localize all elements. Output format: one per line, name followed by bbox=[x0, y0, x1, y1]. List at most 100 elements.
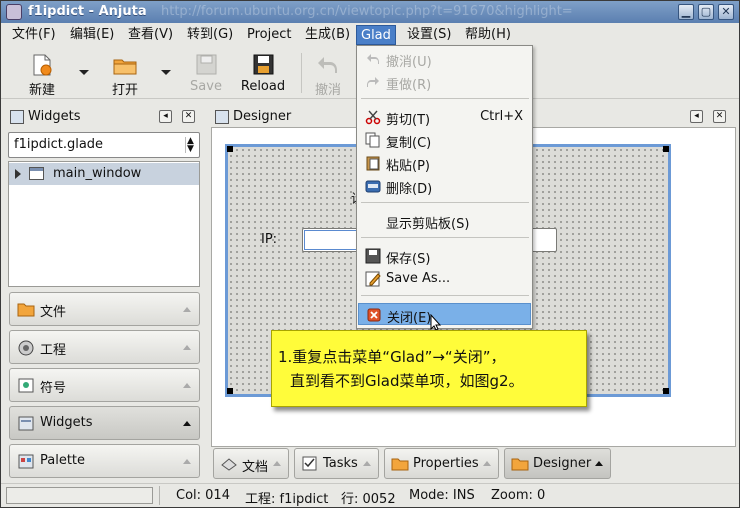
section-label: 文件 bbox=[40, 305, 67, 320]
tab-properties[interactable]: Properties bbox=[384, 448, 499, 479]
section-label: Widgets bbox=[40, 415, 93, 430]
properties-icon bbox=[391, 456, 409, 471]
tab-arrow-icon bbox=[363, 461, 371, 466]
menu-item-close[interactable]: 关闭(E) bbox=[358, 303, 531, 326]
close-icon[interactable]: ✕ bbox=[718, 4, 734, 20]
instruction-callout: 1.重复点击菜单“Glad”→“关闭”， 直到看不到Glad菜单项，如图g2。 bbox=[271, 330, 587, 407]
close-red-icon bbox=[366, 307, 382, 323]
new-button[interactable]: 新建 bbox=[15, 51, 69, 98]
expander-icon[interactable] bbox=[15, 169, 21, 179]
tab-arrow-icon bbox=[273, 461, 281, 466]
menu-separator bbox=[361, 237, 529, 238]
panel-close-icon[interactable]: ✕ bbox=[182, 110, 195, 123]
menu-view[interactable]: 查看(V) bbox=[124, 25, 177, 45]
undo-button[interactable]: 撤消 bbox=[301, 51, 355, 98]
save-icon bbox=[365, 248, 381, 264]
resize-handle[interactable] bbox=[663, 388, 669, 394]
menu-file[interactable]: 文件(F) bbox=[8, 25, 60, 45]
designer-icon bbox=[511, 456, 529, 471]
open-dropdown-arrow[interactable] bbox=[161, 70, 171, 75]
menu-item-label: 重做(R) bbox=[386, 78, 432, 93]
new-file-icon bbox=[29, 53, 55, 77]
tab-label: 文档 bbox=[242, 460, 269, 475]
menu-item-label: 保存(S) bbox=[386, 252, 431, 267]
reload-button[interactable]: Reload bbox=[236, 51, 290, 97]
panel-close-icon[interactable]: ✕ bbox=[713, 110, 726, 123]
menu-edit[interactable]: 编辑(E) bbox=[66, 25, 118, 45]
tab-tasks[interactable]: Tasks bbox=[294, 448, 379, 479]
resize-handle[interactable] bbox=[663, 146, 669, 152]
panel-iconify-icon[interactable]: ◂ bbox=[159, 110, 172, 123]
status-col: Col: 014 bbox=[176, 488, 230, 503]
resize-handle[interactable] bbox=[227, 146, 233, 152]
documents-icon bbox=[220, 456, 238, 471]
menu-separator bbox=[361, 295, 529, 296]
menu-item-save[interactable]: 保存(S) bbox=[358, 245, 531, 267]
progress-bar bbox=[6, 487, 153, 504]
mouse-pointer-icon bbox=[430, 313, 442, 331]
menu-item-undo[interactable]: 撤消(U) bbox=[358, 48, 531, 70]
menu-item-paste[interactable]: 粘贴(P) bbox=[358, 152, 531, 174]
status-project: 工程: f1ipdict bbox=[245, 492, 329, 507]
menu-separator bbox=[361, 98, 529, 99]
section-palette[interactable]: Palette bbox=[9, 444, 200, 478]
open-label: 打开 bbox=[111, 83, 138, 98]
section-files[interactable]: 文件 bbox=[9, 292, 200, 326]
menu-settings[interactable]: 设置(S) bbox=[403, 25, 455, 45]
menu-item-redo[interactable]: 重做(R) bbox=[358, 71, 531, 93]
reload-label: Reload bbox=[240, 79, 286, 94]
paste-icon bbox=[365, 155, 381, 171]
menu-item-save-as[interactable]: Save As... bbox=[358, 268, 531, 290]
menu-item-label: 删除(D) bbox=[386, 182, 433, 197]
section-widgets[interactable]: Widgets bbox=[9, 406, 200, 440]
reload-disk-icon bbox=[250, 53, 276, 77]
menu-item-label: 粘贴(P) bbox=[386, 159, 430, 174]
section-symbols[interactable]: 符号 bbox=[9, 368, 200, 402]
maximize-icon[interactable]: ▢ bbox=[698, 4, 714, 20]
tab-label: Tasks bbox=[323, 456, 358, 471]
undo-arrow-icon bbox=[315, 53, 341, 77]
window-title: f1ipdict - Anjuta bbox=[28, 4, 147, 19]
status-mode: Mode: INS bbox=[409, 488, 475, 503]
menu-glad[interactable]: Glad bbox=[356, 25, 396, 45]
tab-arrow-icon bbox=[595, 461, 603, 466]
resize-handle[interactable] bbox=[227, 388, 233, 394]
glade-file-combo[interactable]: f1ipdict.glade ▲ ▼ bbox=[8, 132, 200, 158]
menu-separator bbox=[361, 202, 529, 203]
save-label: Save bbox=[190, 79, 222, 94]
tab-documents[interactable]: 文档 bbox=[213, 448, 289, 479]
open-folder-icon bbox=[112, 53, 138, 77]
section-label: 工程 bbox=[40, 343, 67, 358]
url-overlay: http://forum.ubuntu.org.cn/viewtopic.php… bbox=[161, 4, 573, 19]
section-arrow-icon bbox=[183, 307, 191, 312]
menu-item-label: 撤消(U) bbox=[386, 55, 432, 70]
new-dropdown-arrow[interactable] bbox=[79, 70, 89, 75]
menu-build[interactable]: 生成(B) bbox=[301, 25, 354, 45]
designer-panel-title: Designer bbox=[233, 109, 292, 124]
menu-goto[interactable]: 转到(G) bbox=[183, 25, 237, 45]
entry-focus-outline bbox=[304, 230, 363, 250]
callout-line-1: 1.重复点击菜单“Glad”→“关闭”， bbox=[278, 348, 506, 366]
window-icon bbox=[29, 167, 44, 180]
section-arrow-icon bbox=[183, 345, 191, 350]
anjuta-window: f1ipdict - Anjuta http://forum.ubuntu.or… bbox=[0, 0, 740, 508]
open-button[interactable]: 打开 bbox=[98, 51, 152, 98]
menu-item-cut[interactable]: 剪切(T) Ctrl+X bbox=[358, 106, 531, 128]
menu-project[interactable]: Project bbox=[243, 25, 295, 45]
section-arrow-icon bbox=[183, 421, 191, 426]
menu-help[interactable]: 帮助(H) bbox=[461, 25, 515, 45]
section-project[interactable]: 工程 bbox=[9, 330, 200, 364]
widget-tree[interactable]: main_window bbox=[8, 161, 200, 287]
section-label: 符号 bbox=[40, 381, 67, 396]
panel-iconify-icon[interactable]: ◂ bbox=[690, 110, 703, 123]
minimize-icon[interactable]: ▁ bbox=[678, 4, 694, 20]
menu-item-label: 剪切(T) bbox=[386, 113, 431, 128]
anjuta-app-icon[interactable] bbox=[6, 4, 22, 20]
save-button[interactable]: Save bbox=[179, 51, 233, 97]
menu-item-accel: Ctrl+X bbox=[480, 109, 523, 124]
menu-item-delete[interactable]: 删除(D) bbox=[358, 175, 531, 197]
menu-item-copy[interactable]: 复制(C) bbox=[358, 129, 531, 151]
tab-designer[interactable]: Designer bbox=[504, 448, 611, 479]
tree-row-main-window[interactable]: main_window bbox=[9, 163, 199, 185]
menu-item-show-clipboard[interactable]: 显示剪贴板(S) bbox=[358, 210, 531, 232]
